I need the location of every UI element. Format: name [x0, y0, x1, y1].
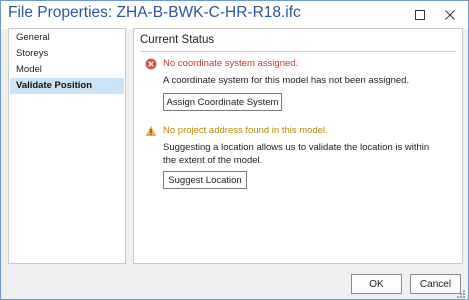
sidebar-item-validate-position[interactable]: Validate Position	[10, 78, 124, 94]
ok-button[interactable]: OK	[351, 274, 402, 294]
window-title: File Properties: ZHA-B-BWK-C-HR-R18.ifc	[8, 4, 301, 21]
resize-grip-icon[interactable]	[456, 289, 466, 299]
close-button[interactable]	[436, 1, 464, 29]
close-icon	[445, 10, 455, 20]
title-bar[interactable]: File Properties: ZHA-B-BWK-C-HR-R18.ifc	[1, 1, 468, 29]
error-title: No coordinate system assigned.	[163, 58, 299, 69]
sidebar-nav: General Storeys Model Validate Position	[8, 28, 126, 264]
suggest-location-button[interactable]: Suggest Location	[163, 171, 247, 189]
warning-description: Suggesting a location allows us to valid…	[163, 142, 430, 166]
assign-coordinate-system-button[interactable]: Assign Coordinate System	[163, 93, 282, 111]
error-description: A coordinate system for this model has n…	[163, 75, 410, 86]
section-divider	[140, 51, 456, 52]
content-panel: Current Status No coordinate system assi…	[133, 28, 463, 264]
error-circle-icon	[145, 58, 157, 70]
sidebar-item-storeys[interactable]: Storeys	[10, 46, 124, 62]
cancel-button[interactable]: Cancel	[410, 274, 461, 294]
warning-title: No project address found in this model.	[163, 125, 328, 136]
file-properties-dialog: File Properties: ZHA-B-BWK-C-HR-R18.ifc …	[0, 0, 469, 300]
maximize-icon	[415, 10, 425, 20]
sidebar-item-general[interactable]: General	[10, 30, 124, 46]
maximize-button[interactable]	[406, 1, 434, 29]
sidebar-item-model[interactable]: Model	[10, 62, 124, 78]
section-title: Current Status	[140, 34, 215, 46]
warning-triangle-icon	[145, 125, 157, 136]
